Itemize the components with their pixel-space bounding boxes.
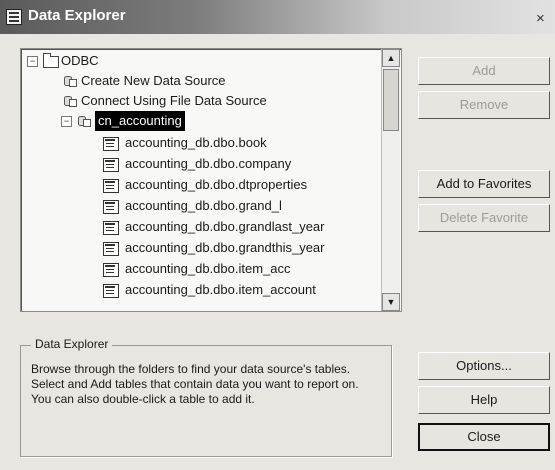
app-icon (6, 9, 22, 25)
tree-item-label: Create New Data Source (81, 73, 226, 88)
table-row[interactable]: accounting_db.dbo.grand_l (103, 196, 378, 216)
table-name: accounting_db.dbo.item_account (125, 282, 316, 297)
table-icon (103, 137, 119, 151)
tree-item-label: Connect Using File Data Source (81, 93, 267, 108)
help-button[interactable]: Help (418, 386, 550, 414)
table-name: accounting_db.dbo.item_acc (125, 261, 291, 276)
table-row[interactable]: accounting_db.dbo.company (103, 154, 378, 174)
table-name: accounting_db.dbo.grandlast_year (125, 219, 325, 234)
table-name: accounting_db.dbo.grand_l (125, 198, 282, 213)
close-icon[interactable]: × (536, 11, 550, 26)
table-row[interactable]: accounting_db.dbo.item_account (103, 280, 378, 300)
info-text: Browse through the folders to find your … (31, 362, 359, 406)
table-row[interactable]: accounting_db.dbo.book (103, 133, 378, 153)
scroll-up-icon[interactable]: ▲ (382, 49, 400, 67)
close-button[interactable]: Close (418, 423, 550, 451)
table-name: accounting_db.dbo.dtproperties (125, 177, 308, 192)
table-icon (103, 179, 119, 193)
data-source-tree[interactable]: − ODBC Create New Data Source Connect Us… (20, 48, 402, 312)
table-row[interactable]: accounting_db.dbo.grandlast_year (103, 217, 378, 237)
scroll-thumb[interactable] (383, 69, 399, 131)
table-icon (103, 221, 119, 235)
table-icon (103, 158, 119, 172)
info-title: Data Explorer (31, 337, 113, 351)
tree-scrollbar[interactable]: ▲ ▼ (381, 49, 400, 311)
data-source-icon (63, 74, 77, 87)
table-name: accounting_db.dbo.grandthis_year (125, 240, 325, 255)
add-to-favorites-button[interactable]: Add to Favorites (418, 170, 550, 198)
table-icon (103, 242, 119, 256)
data-explorer-window: Data Explorer × − ODBC Create New Data S… (0, 0, 555, 470)
tree-node-cn-accounting[interactable]: − cn_accounting (61, 111, 361, 131)
tree-node-label: cn_accounting (95, 111, 185, 131)
table-icon (103, 284, 119, 298)
collapse-icon[interactable]: − (61, 116, 72, 127)
info-groupbox: Data Explorer Browse through the folders… (20, 337, 392, 457)
options-button[interactable]: Options... (418, 352, 550, 380)
title-bar[interactable]: Data Explorer × (0, 0, 555, 34)
tree-item-create-data-source[interactable]: Create New Data Source (63, 71, 363, 91)
table-row[interactable]: accounting_db.dbo.dtproperties (103, 175, 378, 195)
database-icon (77, 114, 91, 127)
window-title: Data Explorer (28, 7, 126, 24)
folder-icon (43, 53, 59, 68)
table-name: accounting_db.dbo.company (125, 156, 292, 171)
table-row[interactable]: accounting_db.dbo.grandthis_year (103, 238, 378, 258)
table-icon (103, 263, 119, 277)
add-button[interactable]: Add (418, 57, 550, 85)
delete-favorite-button[interactable]: Delete Favorite (418, 204, 550, 232)
scroll-down-icon[interactable]: ▼ (382, 293, 400, 311)
table-name: accounting_db.dbo.book (125, 135, 267, 150)
collapse-icon[interactable]: − (27, 56, 38, 67)
tree-root[interactable]: − ODBC (27, 51, 327, 71)
data-source-icon (63, 94, 77, 107)
remove-button[interactable]: Remove (418, 91, 550, 119)
tree-item-file-data-source[interactable]: Connect Using File Data Source (63, 91, 363, 111)
table-icon (103, 200, 119, 214)
tree-root-label: ODBC (61, 53, 99, 68)
table-row[interactable]: accounting_db.dbo.item_acc (103, 259, 378, 279)
